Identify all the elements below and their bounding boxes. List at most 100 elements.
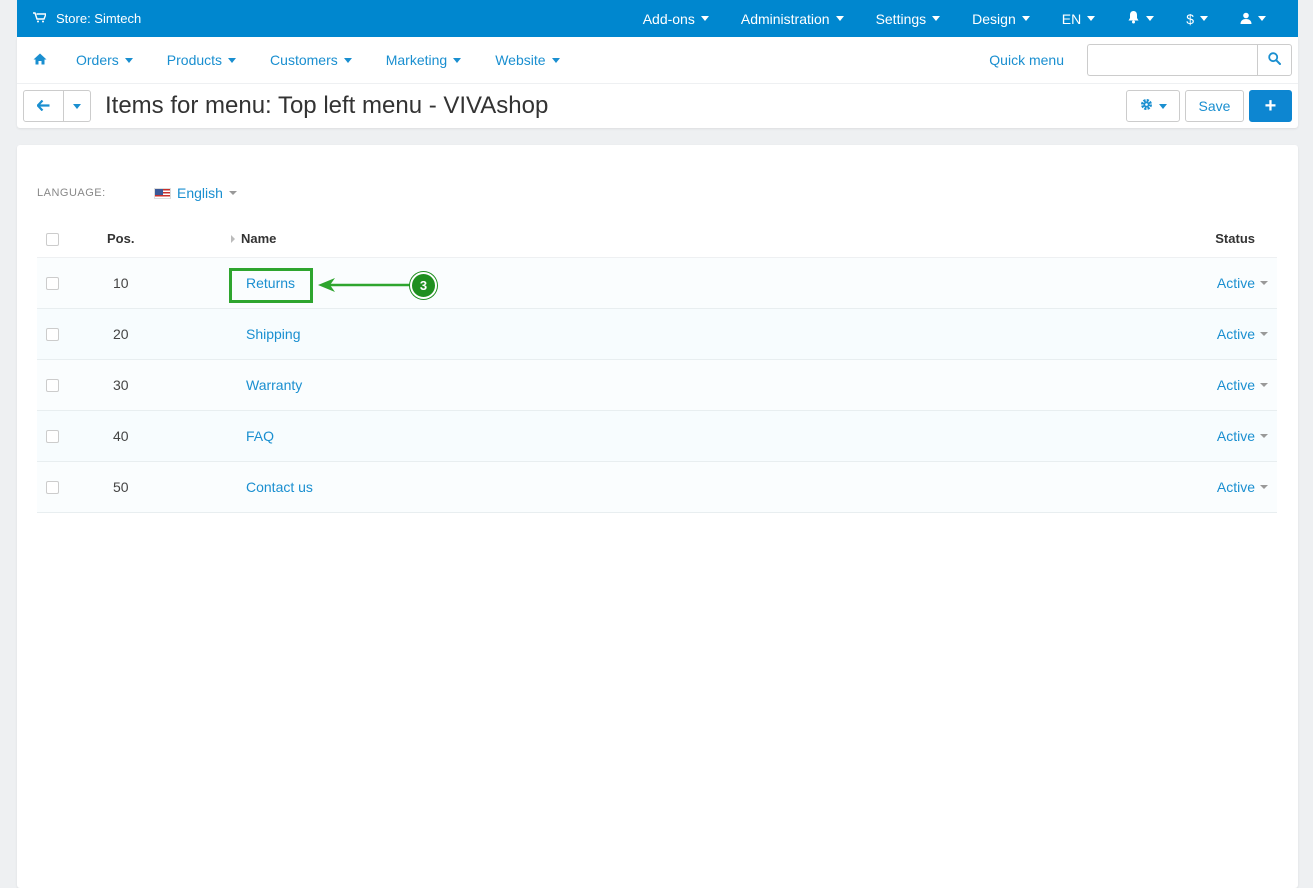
- chevron-down-icon: [228, 191, 237, 195]
- menu-addons[interactable]: Add-ons: [627, 0, 725, 37]
- currency-menu[interactable]: $: [1170, 0, 1224, 37]
- row-checkbox[interactable]: [46, 481, 59, 495]
- annotation-arrow-icon: [318, 278, 410, 292]
- menu-administration[interactable]: Administration: [725, 0, 860, 37]
- back-button[interactable]: [23, 90, 64, 122]
- status-label: Active: [1216, 478, 1255, 495]
- gear-icon: [1140, 98, 1153, 114]
- language-label: LANGUAGE:: [37, 187, 106, 199]
- chevron-down-icon: [1146, 16, 1155, 21]
- nav-products[interactable]: Products: [150, 52, 253, 68]
- header-pos[interactable]: Pos.: [107, 221, 227, 258]
- search-button[interactable]: [1257, 44, 1292, 76]
- menu-language[interactable]: EN: [1046, 0, 1111, 37]
- nav-marketing-label: Marketing: [385, 52, 448, 68]
- user-menu[interactable]: [1224, 0, 1282, 37]
- top-bar: Store: Simtech Add-ons Administration Se…: [17, 0, 1298, 37]
- nav-orders[interactable]: Orders: [59, 52, 150, 68]
- language-select[interactable]: English: [154, 185, 237, 201]
- expand-all-icon[interactable]: [231, 234, 235, 243]
- status-label: Active: [1216, 325, 1255, 342]
- header-card: Orders Products Customers Marketing Webs…: [17, 37, 1298, 128]
- chevron-down-icon: [1260, 484, 1268, 489]
- status-label: Active: [1216, 376, 1255, 393]
- table-row: 50 Contact us Active: [37, 461, 1277, 513]
- row-checkbox[interactable]: [46, 379, 59, 393]
- menu-design[interactable]: Design: [956, 0, 1046, 37]
- header-checkbox-cell: [37, 221, 107, 258]
- row-checkbox-cell: [37, 257, 107, 309]
- row-name-link[interactable]: Warranty: [227, 377, 302, 393]
- store-selector[interactable]: Store: Simtech: [33, 11, 141, 26]
- row-checkbox[interactable]: [46, 328, 59, 342]
- menu-settings-label: Settings: [875, 10, 927, 27]
- nav-orders-label: Orders: [76, 52, 119, 68]
- settings-dropdown-button[interactable]: [1126, 90, 1180, 122]
- language-value: English: [177, 185, 223, 201]
- step-badge: 3: [410, 272, 437, 299]
- table-row: 40 FAQ Active: [37, 410, 1277, 462]
- menu-administration-label: Administration: [740, 10, 830, 27]
- menu-settings[interactable]: Settings: [860, 0, 957, 37]
- row-name-cell: Shipping: [227, 308, 839, 360]
- header-status[interactable]: Status: [838, 221, 1277, 258]
- status-label: Active: [1216, 274, 1255, 291]
- nav-website[interactable]: Website: [478, 52, 576, 68]
- row-status-cell: Active: [838, 257, 1277, 309]
- cart-icon: [33, 11, 48, 26]
- row-status-cell: Active: [838, 410, 1277, 462]
- row-pos: 40: [107, 410, 227, 462]
- chevron-down-icon: [1260, 433, 1268, 438]
- us-flag-icon: [154, 187, 171, 199]
- nav-marketing[interactable]: Marketing: [369, 52, 478, 68]
- table-header-row: Pos. Name Status: [37, 221, 1277, 258]
- chevron-down-icon: [551, 57, 560, 63]
- highlight-box: [229, 268, 313, 303]
- language-row: LANGUAGE: English: [37, 185, 237, 201]
- nav-customers[interactable]: Customers: [253, 52, 369, 68]
- row-checkbox-cell: [37, 359, 107, 411]
- row-checkbox-cell: [37, 308, 107, 360]
- row-checkbox[interactable]: [46, 430, 59, 444]
- add-item-button[interactable]: +: [1249, 90, 1292, 122]
- status-dropdown[interactable]: Active: [1217, 326, 1268, 342]
- status-dropdown[interactable]: Active: [1217, 377, 1268, 393]
- save-button[interactable]: Save: [1185, 90, 1244, 122]
- row-checkbox-cell: [37, 410, 107, 462]
- currency-label: $: [1186, 10, 1194, 27]
- select-all-checkbox[interactable]: [46, 233, 59, 247]
- status-dropdown[interactable]: Active: [1217, 275, 1268, 291]
- chevron-down-icon: [343, 57, 352, 63]
- status-dropdown[interactable]: Active: [1217, 479, 1268, 495]
- page-title: Items for menu: Top left menu - VIVAshop: [105, 92, 549, 119]
- notifications-menu[interactable]: [1111, 0, 1170, 37]
- menu-language-label: EN: [1061, 10, 1082, 27]
- user-icon: [1240, 11, 1252, 27]
- chevron-down-icon: [453, 57, 462, 63]
- header-name[interactable]: Name: [227, 231, 838, 246]
- nav-products-label: Products: [166, 52, 223, 68]
- home-icon[interactable]: [33, 53, 59, 68]
- quick-menu-link[interactable]: Quick menu: [989, 52, 1064, 68]
- row-name-cell: Contact us: [227, 461, 839, 513]
- row-name-cell: Warranty: [227, 359, 839, 411]
- chevron-down-icon: [124, 57, 133, 63]
- app: Store: Simtech Add-ons Administration Se…: [17, 0, 1298, 888]
- row-status-cell: Active: [838, 461, 1277, 513]
- menu-items-table: Pos. Name Status 10 Returns Active 20 Sh…: [37, 221, 1277, 513]
- row-checkbox-cell: [37, 461, 107, 513]
- row-pos: 10: [107, 257, 227, 309]
- table-row: 30 Warranty Active: [37, 359, 1277, 411]
- header-name-label: Name: [241, 231, 277, 247]
- row-status-cell: Active: [838, 308, 1277, 360]
- search-input[interactable]: [1087, 44, 1257, 76]
- header-name-cell: Name: [227, 221, 839, 258]
- row-checkbox[interactable]: [46, 277, 59, 291]
- status-dropdown[interactable]: Active: [1217, 428, 1268, 444]
- chevron-down-icon: [1158, 103, 1167, 109]
- row-name-link[interactable]: Contact us: [227, 479, 313, 495]
- row-name-link[interactable]: Shipping: [227, 326, 301, 342]
- back-dropdown-button[interactable]: [64, 90, 91, 122]
- search-box: [1087, 44, 1292, 76]
- row-name-link[interactable]: FAQ: [227, 428, 274, 444]
